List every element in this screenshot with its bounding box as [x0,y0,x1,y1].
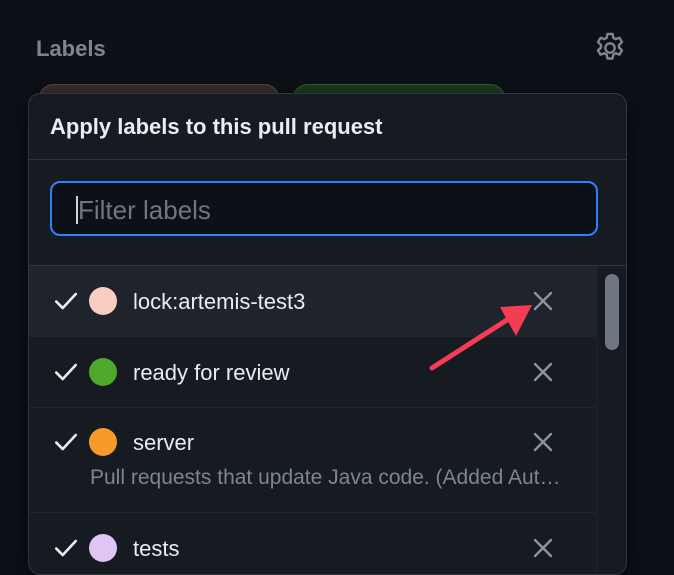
filter-labels-input[interactable] [76,193,580,227]
check-icon [54,539,78,557]
divider [29,159,626,160]
close-icon[interactable] [531,536,555,560]
filter-field[interactable] [50,181,598,236]
label-name: ready for review [133,360,290,385]
close-icon[interactable] [531,430,555,454]
check-icon [54,363,78,381]
label-color-swatch [89,428,117,456]
label-color-swatch [89,287,117,315]
label-option-lock-artemis-test3[interactable]: lock:artemis-test3 [29,266,596,336]
label-description: Pull requests that update Java code. (Ad… [90,466,572,489]
label-option-ready-for-review[interactable]: ready for review [29,337,596,407]
scrollbar-thumb[interactable] [605,274,619,350]
label-name: server [133,430,195,455]
label-option-server[interactable]: server Pull requests that update Java co… [29,408,596,512]
label-name: lock:artemis-test3 [133,289,306,314]
check-icon [54,292,78,310]
label-color-swatch [89,534,117,562]
label-name: tests [133,536,180,561]
gear-icon[interactable] [592,30,628,66]
close-icon[interactable] [531,289,555,313]
check-icon [54,433,78,451]
labels-heading: Labels [36,36,106,61]
close-icon[interactable] [531,360,555,384]
popover-title: Apply labels to this pull request [50,114,383,139]
text-caret [76,196,78,224]
labels-sidebar: Labels Apply labels to this pull request… [0,0,674,575]
label-picker-popover: Apply labels to this pull request lock:a… [28,93,627,575]
scrollbar[interactable] [596,266,626,574]
label-option-tests[interactable]: tests [29,513,596,574]
label-list: lock:artemis-test3 ready for review serv… [29,266,596,574]
label-color-swatch [89,358,117,386]
